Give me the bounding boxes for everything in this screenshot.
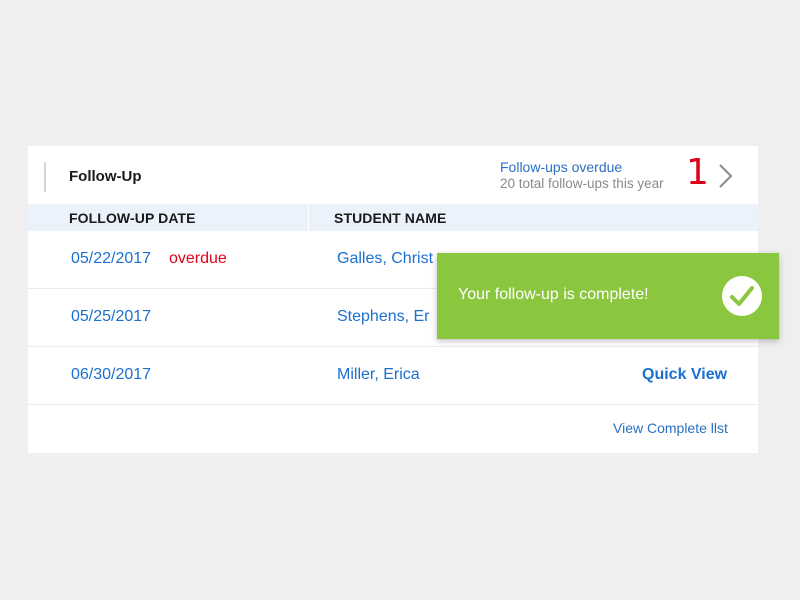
table-header: FOLLOW-UP DATE STUDENT NAME (28, 204, 758, 231)
page-title: Follow-Up (69, 168, 142, 185)
column-header-student: STUDENT NAME (334, 210, 447, 226)
student-name-link[interactable]: Miller, Erica (337, 366, 420, 384)
student-name-link[interactable]: Galles, Christ (337, 250, 433, 268)
checkmark-icon (722, 276, 762, 316)
card-header: Follow-Up Follow-ups overdue 20 total fo… (28, 146, 758, 204)
followup-date-link[interactable]: 06/30/2017 (71, 366, 151, 384)
followup-date-link[interactable]: 05/22/2017 (71, 250, 151, 268)
header-accent-bar (44, 162, 46, 192)
view-complete-list-link[interactable]: View Complete llst (613, 420, 728, 436)
overdue-link[interactable]: Follow-ups overdue (500, 159, 622, 175)
success-toast[interactable]: Your follow-up is complete! (437, 253, 779, 339)
quick-view-button[interactable]: Quick View (642, 366, 727, 384)
table-row: 06/30/2017 Miller, Erica Quick View (28, 347, 758, 405)
column-header-date: FOLLOW-UP DATE (69, 210, 196, 226)
total-followups-text: 20 total follow-ups this year (500, 176, 664, 191)
overdue-count: 1 (686, 152, 709, 193)
student-name-link[interactable]: Stephens, Er (337, 308, 430, 326)
column-divider (308, 204, 309, 231)
toast-message: Your follow-up is complete! (458, 286, 649, 303)
chevron-right-icon[interactable] (716, 163, 734, 189)
followup-date-link[interactable]: 05/25/2017 (71, 308, 151, 326)
overdue-status: overdue (169, 250, 227, 267)
